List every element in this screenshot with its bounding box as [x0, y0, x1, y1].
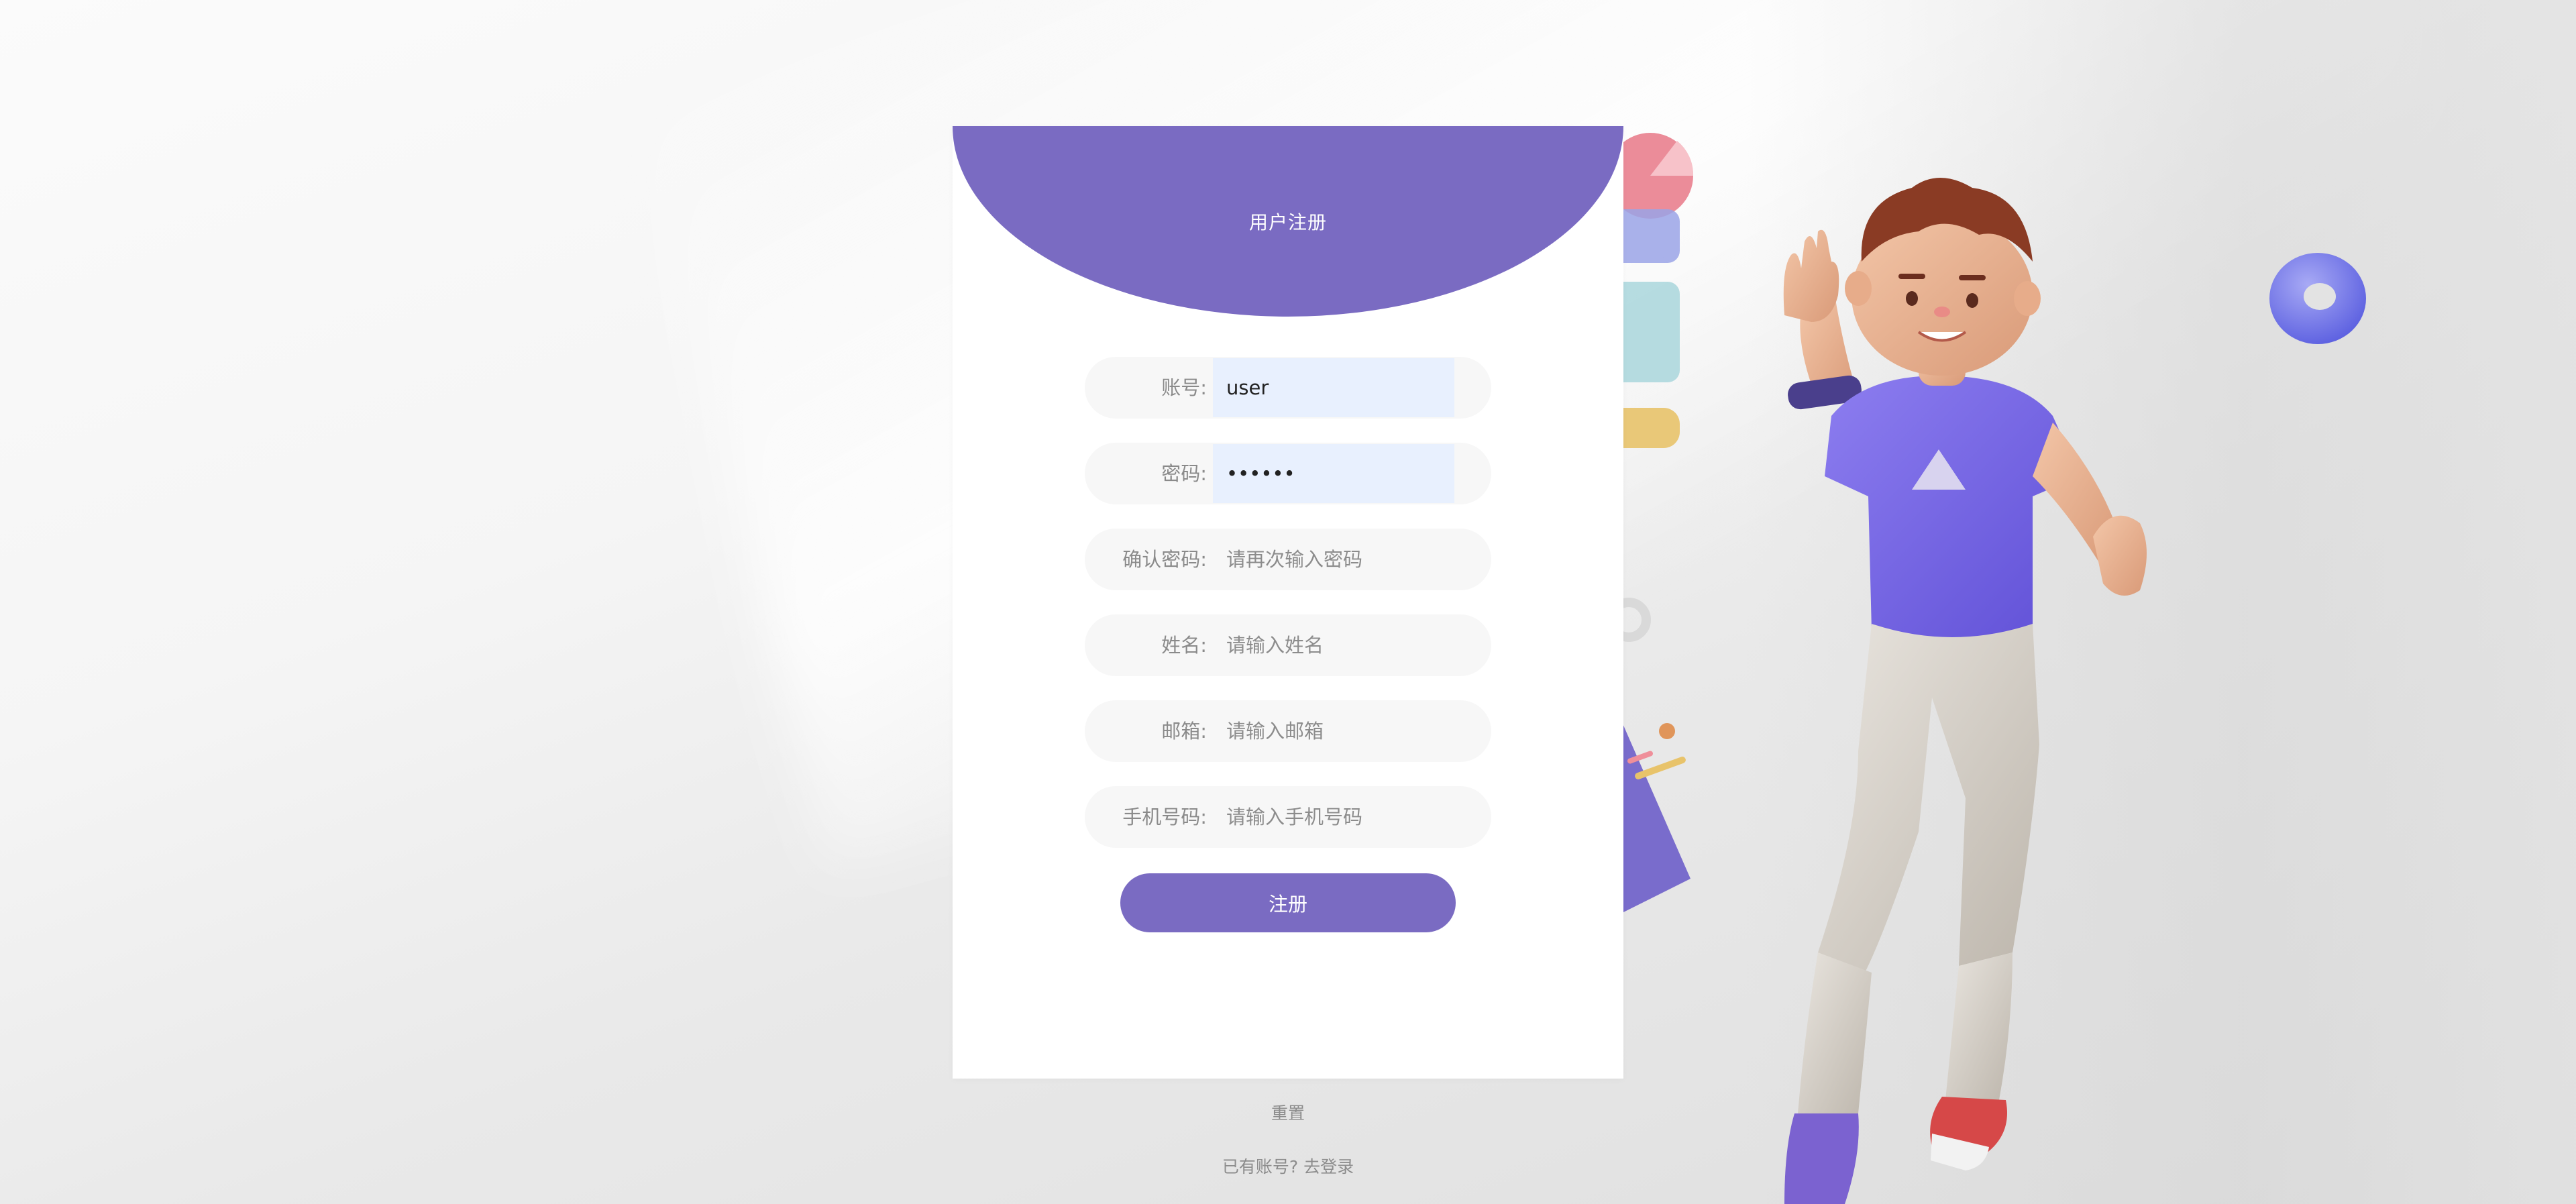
register-button[interactable]: 注册 — [1120, 873, 1456, 932]
confirm-password-input[interactable] — [1213, 530, 1454, 589]
page-title: 用户注册 — [1248, 211, 1327, 233]
password-row: 密码: — [1085, 443, 1491, 504]
name-label: 姓名: — [1161, 634, 1207, 657]
reset-link[interactable]: 重置 — [953, 1100, 1623, 1124]
confirm-password-row: 确认密码: — [1085, 529, 1491, 590]
phone-label: 手机号码: — [1122, 806, 1207, 828]
account-input[interactable] — [1213, 358, 1454, 417]
account-row: 账号: — [1085, 357, 1491, 419]
register-card: 用户注册 账号: 密码: 确认密码: 姓名: 邮箱: 手机号码: 注册 重置 已… — [953, 126, 1623, 1176]
name-input[interactable] — [1213, 616, 1454, 675]
email-row: 邮箱: — [1085, 700, 1491, 762]
card-header: 用户注册 — [953, 126, 1623, 317]
account-label: 账号: — [1161, 376, 1207, 399]
email-input[interactable] — [1213, 702, 1454, 761]
go-login-link[interactable]: 已有账号? 去登录 — [953, 1154, 1623, 1178]
email-label: 邮箱: — [1161, 720, 1207, 743]
character-3d-illustration — [1783, 178, 2147, 1204]
phone-row: 手机号码: — [1085, 786, 1491, 848]
phone-input[interactable] — [1213, 787, 1454, 846]
confirm-password-label: 确认密码: — [1122, 548, 1207, 571]
password-input[interactable] — [1213, 444, 1454, 503]
password-label: 密码: — [1161, 462, 1207, 485]
name-row: 姓名: — [1085, 614, 1491, 676]
